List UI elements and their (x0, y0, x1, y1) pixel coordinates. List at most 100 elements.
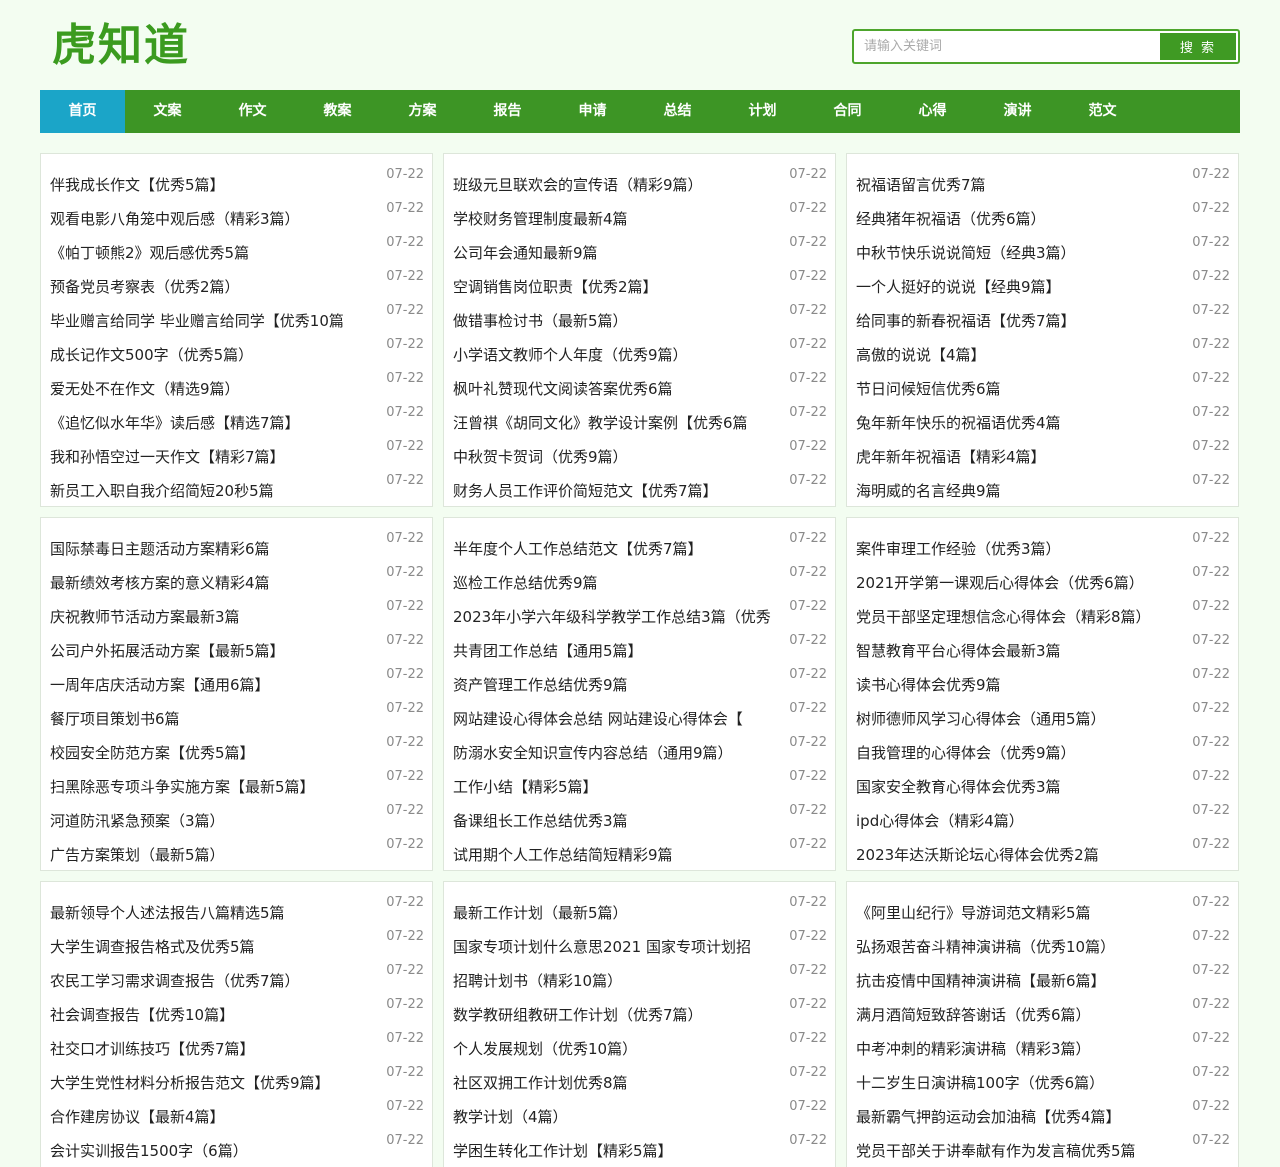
article-link[interactable]: 农民工学习需求调查报告（优秀7篇） (50, 962, 376, 991)
nav-item-12[interactable]: 范文 (1060, 90, 1145, 133)
article-link[interactable]: 学困生转化工作计划【精彩5篇】 (453, 1132, 779, 1161)
article-link[interactable]: 备课组长工作总结优秀3篇 (453, 802, 779, 831)
article-link[interactable]: 自我管理的心得体会（优秀9篇） (856, 734, 1182, 763)
article-link[interactable]: 学校财务管理制度最新4篇 (453, 200, 779, 229)
article-link[interactable]: 最新绩效考核方案的意义精彩4篇 (50, 564, 376, 593)
article-link[interactable]: 党员干部关于讲奉献有作为发言稿优秀5篇 (856, 1132, 1182, 1161)
article-link[interactable]: 社会调查报告【优秀10篇】 (50, 996, 376, 1025)
nav-item-3[interactable]: 教案 (295, 90, 380, 133)
article-link[interactable]: 伴我成长作文【优秀5篇】 (50, 166, 376, 195)
nav-item-0[interactable]: 首页 (40, 90, 125, 133)
article-link[interactable]: 公司年会通知最新9篇 (453, 234, 779, 263)
article-link[interactable]: 国家安全教育心得体会优秀3篇 (856, 768, 1182, 797)
article-link[interactable]: 一周年店庆活动方案【通用6篇】 (50, 666, 376, 695)
article-link[interactable]: 做错事检讨书（最新5篇） (453, 302, 779, 331)
article-link[interactable]: 大学生党性材料分析报告范文【优秀9篇】 (50, 1064, 376, 1093)
article-link[interactable]: 党员干部坚定理想信念心得体会（精彩8篇） (856, 598, 1182, 627)
search-button[interactable]: 搜 索 (1160, 33, 1236, 60)
article-link[interactable]: 招聘计划书（精彩10篇） (453, 962, 779, 991)
article-link[interactable]: 虎年新年祝福语【精彩4篇】 (856, 438, 1182, 467)
article-link[interactable]: 最新霸气押韵运动会加油稿【优秀4篇】 (856, 1098, 1182, 1127)
article-link[interactable]: 最新领导个人述法报告八篇精选5篇 (50, 894, 376, 923)
article-link[interactable]: ipd心得体会（精彩4篇） (856, 802, 1182, 831)
article-link[interactable]: 最新工作计划（最新5篇） (453, 894, 779, 923)
article-link[interactable]: 读书心得体会优秀9篇 (856, 666, 1182, 695)
article-link[interactable]: 案件审理工作经验（优秀3篇） (856, 530, 1182, 559)
article-link[interactable]: 海明威的名言经典9篇 (856, 472, 1182, 501)
article-link[interactable]: 中考冲刺的精彩演讲稿（精彩3篇） (856, 1030, 1182, 1059)
article-link[interactable]: 合作建房协议【最新4篇】 (50, 1098, 376, 1127)
article-link[interactable]: 国际禁毒日主题活动方案精彩6篇 (50, 530, 376, 559)
article-link[interactable]: 节日问候短信优秀6篇 (856, 370, 1182, 399)
article-link[interactable]: 广告方案策划（最新5篇） (50, 836, 376, 865)
article-link[interactable]: 满月酒简短致辞答谢话（优秀6篇） (856, 996, 1182, 1025)
article-link[interactable]: 《阿里山纪行》导游词范文精彩5篇 (856, 894, 1182, 923)
article-link[interactable]: 兔年新年快乐的祝福语优秀4篇 (856, 404, 1182, 433)
article-link[interactable]: 祝福语留言优秀7篇 (856, 166, 1182, 195)
article-link[interactable]: 河道防汛紧急预案（3篇） (50, 802, 376, 831)
article-link[interactable]: 观看电影八角笼中观后感（精彩3篇） (50, 200, 376, 229)
article-link[interactable]: 班级元旦联欢会的宣传语（精彩9篇） (453, 166, 779, 195)
article-link[interactable]: 社区双拥工作计划优秀8篇 (453, 1064, 779, 1093)
article-link[interactable]: 公司户外拓展活动方案【最新5篇】 (50, 632, 376, 661)
nav-item-2[interactable]: 作文 (210, 90, 295, 133)
article-link[interactable]: 2021开学第一课观后心得体会（优秀6篇） (856, 564, 1182, 593)
article-link[interactable]: 小学语文教师个人年度（优秀9篇） (453, 336, 779, 365)
article-link[interactable]: 校园安全防范方案【优秀5篇】 (50, 734, 376, 763)
article-link[interactable]: 《追忆似水年华》读后感【精选7篇】 (50, 404, 376, 433)
article-link[interactable]: 2023年达沃斯论坛心得体会优秀2篇 (856, 836, 1182, 865)
article-link[interactable]: 预备党员考察表（优秀2篇） (50, 268, 376, 297)
article-link[interactable]: 中秋贺卡贺词（优秀9篇） (453, 438, 779, 467)
article-link[interactable]: 共青团工作总结【通用5篇】 (453, 632, 779, 661)
article-link[interactable]: 防溺水安全知识宣传内容总结（通用9篇） (453, 734, 779, 763)
nav-item-1[interactable]: 文案 (125, 90, 210, 133)
nav-item-10[interactable]: 心得 (890, 90, 975, 133)
article-link[interactable]: 社交口才训练技巧【优秀7篇】 (50, 1030, 376, 1059)
article-link[interactable]: 爱无处不在作文（精选9篇） (50, 370, 376, 399)
article-link[interactable]: 十二岁生日演讲稿100字（优秀6篇） (856, 1064, 1182, 1093)
article-link[interactable]: 空调销售岗位职责【优秀2篇】 (453, 268, 779, 297)
article-link[interactable]: 《帕丁顿熊2》观后感优秀5篇 (50, 234, 376, 263)
article-link[interactable]: 巡检工作总结优秀9篇 (453, 564, 779, 593)
article-link[interactable]: 会计实训报告1500字（6篇） (50, 1132, 376, 1161)
nav-item-9[interactable]: 合同 (805, 90, 890, 133)
nav-item-4[interactable]: 方案 (380, 90, 465, 133)
article-link[interactable]: 汪曾祺《胡同文化》教学设计案例【优秀6篇 (453, 404, 779, 433)
article-link[interactable]: 网站建设心得体会总结 网站建设心得体会【 (453, 700, 779, 729)
article-link[interactable]: 高傲的说说【4篇】 (856, 336, 1182, 365)
article-link[interactable]: 新员工入职自我介绍简短20秒5篇 (50, 472, 376, 501)
nav-item-7[interactable]: 总结 (635, 90, 720, 133)
article-link[interactable]: 毕业赠言给同学 毕业赠言给同学【优秀10篇 (50, 302, 376, 331)
search-input[interactable] (856, 33, 1160, 60)
article-link[interactable]: 树师德师风学习心得体会（通用5篇） (856, 700, 1182, 729)
site-logo[interactable]: 虎知道 (52, 18, 190, 74)
article-link[interactable]: 大学生调查报告格式及优秀5篇 (50, 928, 376, 957)
article-link[interactable]: 庆祝教师节活动方案最新3篇 (50, 598, 376, 627)
article-link[interactable]: 弘扬艰苦奋斗精神演讲稿（优秀10篇） (856, 928, 1182, 957)
article-link[interactable]: 资产管理工作总结优秀9篇 (453, 666, 779, 695)
article-link[interactable]: 教学计划（4篇） (453, 1098, 779, 1127)
article-link[interactable]: 2023年小学六年级科学教学工作总结3篇（优秀 (453, 598, 779, 627)
nav-item-8[interactable]: 计划 (720, 90, 805, 133)
article-link[interactable]: 餐厅项目策划书6篇 (50, 700, 376, 729)
nav-item-11[interactable]: 演讲 (975, 90, 1060, 133)
article-link[interactable]: 智慧教育平台心得体会最新3篇 (856, 632, 1182, 661)
article-link[interactable]: 经典猪年祝福语（优秀6篇） (856, 200, 1182, 229)
article-link[interactable]: 中秋节快乐说说简短（经典3篇） (856, 234, 1182, 263)
article-link[interactable]: 枫叶礼赞现代文阅读答案优秀6篇 (453, 370, 779, 399)
article-link[interactable]: 成长记作文500字（优秀5篇） (50, 336, 376, 365)
article-link[interactable]: 给同事的新春祝福语【优秀7篇】 (856, 302, 1182, 331)
article-link[interactable]: 抗击疫情中国精神演讲稿【最新6篇】 (856, 962, 1182, 991)
article-link[interactable]: 半年度个人工作总结范文【优秀7篇】 (453, 530, 779, 559)
nav-item-6[interactable]: 申请 (550, 90, 635, 133)
article-link[interactable]: 我和孙悟空过一天作文【精彩7篇】 (50, 438, 376, 467)
article-link[interactable]: 扫黑除恶专项斗争实施方案【最新5篇】 (50, 768, 376, 797)
article-link[interactable]: 财务人员工作评价简短范文【优秀7篇】 (453, 472, 779, 501)
article-link[interactable]: 一个人挺好的说说【经典9篇】 (856, 268, 1182, 297)
article-link[interactable]: 工作小结【精彩5篇】 (453, 768, 779, 797)
article-link[interactable]: 国家专项计划什么意思2021 国家专项计划招 (453, 928, 779, 957)
article-link[interactable]: 数学教研组教研工作计划（优秀7篇） (453, 996, 779, 1025)
article-link[interactable]: 个人发展规划（优秀10篇） (453, 1030, 779, 1059)
nav-item-5[interactable]: 报告 (465, 90, 550, 133)
article-link[interactable]: 试用期个人工作总结简短精彩9篇 (453, 836, 779, 865)
